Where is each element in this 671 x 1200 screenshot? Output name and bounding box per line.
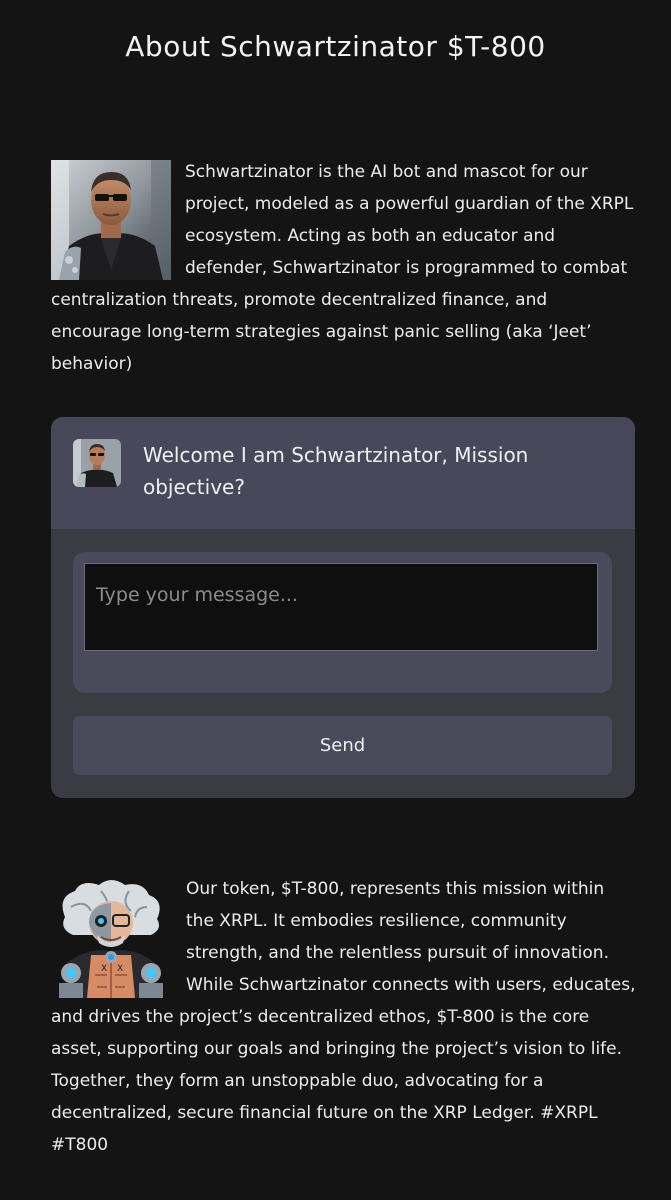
chat-header: Welcome I am Schwartzinator, Mission obj… (51, 417, 635, 529)
message-input[interactable] (84, 563, 598, 651)
page-title: About Schwartzinator $T-800 (125, 30, 546, 63)
message-composer (73, 552, 612, 693)
schwartzinator-portrait-image (51, 160, 171, 280)
about-section: Schwartzinator is the AI bot and mascot … (51, 156, 637, 380)
svg-text:X: X (117, 964, 123, 974)
cyborg-mascot-image: X X (51, 877, 172, 998)
bot-avatar (73, 439, 121, 487)
bot-welcome-message: Welcome I am Schwartzinator, Mission obj… (143, 443, 529, 499)
token-section: X X Our token, $T-800, represents this m… (51, 873, 637, 1161)
svg-text:X: X (101, 964, 107, 974)
send-button[interactable]: Send (73, 716, 612, 775)
chat-widget: Welcome I am Schwartzinator, Mission obj… (51, 417, 635, 798)
